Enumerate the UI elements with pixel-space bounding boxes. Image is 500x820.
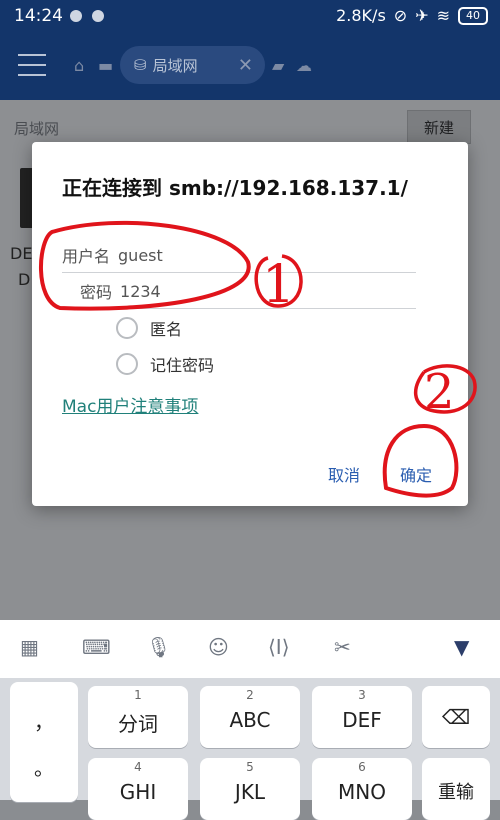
network-speed: 2.8K/s [336,6,386,25]
key-5[interactable]: 5 JKL [200,758,300,820]
cursor-move-icon[interactable]: ⟨I⟩ [268,635,290,659]
signal-off-icon: ⊘ [393,6,408,25]
microphone-icon[interactable]: 🎙 [146,635,171,659]
bg-item-label: D [18,270,31,289]
breadcrumb: 局域网 [14,120,60,138]
key-1[interactable]: 1 分词 [88,686,188,748]
chat-icon[interactable]: ▰ [272,56,284,75]
reset-key[interactable]: 重输 [422,758,490,820]
scissors-icon[interactable]: ✂ [334,635,351,659]
key-label: 重输 [438,782,474,803]
wifi-icon: ≋ [436,6,450,25]
dialog-title: 正在连接到 smb://192.168.137.1/ [62,176,408,200]
lan-icon: ⛁ [134,56,147,74]
connect-dialog: 正在连接到 smb://192.168.137.1/ 用户名 guest 密码 … [32,142,468,506]
password-label: 密码 [80,283,113,302]
mac-users-link[interactable]: Mac用户注意事项 [62,392,198,417]
airplane-icon: ✈ [415,6,429,25]
key-4[interactable]: 4 GHI [88,758,188,820]
collapse-keyboard-icon[interactable]: ▼ [454,635,469,659]
key-label: MNO [338,780,386,804]
notification-dot-icon [70,10,82,22]
tab-label: 局域网 [152,56,198,75]
period-key[interactable]: 。 [10,752,78,781]
anonymous-option[interactable]: 匿名 [116,316,182,340]
key-label: GHI [119,780,157,804]
tab-lan[interactable]: ⛁ 局域网 ✕ [120,46,265,84]
key-number: 6 [358,760,366,774]
cancel-button[interactable]: 取消 [328,462,360,486]
status-right-group: 2.8K/s ⊘ ✈ ≋ 40 [336,6,488,25]
close-icon[interactable]: ✕ [238,55,253,76]
home-icon[interactable]: ⌂ [74,56,84,75]
username-value: guest [118,245,163,265]
key-label: 分词 [118,712,158,736]
key-number: 1 [134,688,142,702]
comma-key[interactable]: ， [10,706,78,735]
key-number: 2 [246,688,254,702]
key-label: DEF [342,708,382,732]
drive-icon[interactable]: ▬ [98,56,113,75]
keyboard-icon[interactable]: ⌨ [82,635,111,659]
key-label: JKL [234,780,266,804]
key-number: 3 [358,688,366,702]
notification-dot-icon [92,10,104,22]
grid-icon[interactable]: ▦ [20,635,39,659]
ok-button[interactable]: 确定 [400,462,432,486]
key-2[interactable]: 2 ABC [200,686,300,748]
remember-password-option[interactable]: 记住密码 [116,352,214,376]
username-label: 用户名 [62,247,111,266]
radio-icon[interactable] [116,353,138,375]
key-number: 5 [246,760,254,774]
remember-label: 记住密码 [150,356,215,375]
key-3[interactable]: 3 DEF [312,686,412,748]
new-button[interactable]: 新建 [407,110,471,144]
username-field[interactable]: 用户名 guest [62,238,416,273]
key-label: ABC [229,708,271,732]
status-bar: 14:24 2.8K/s ⊘ ✈ ≋ 40 [0,0,500,32]
status-time: 14:24 [14,6,63,26]
anonymous-label: 匿名 [150,320,183,339]
password-value: 1234 [120,281,161,301]
backspace-icon: ⌫ [441,705,471,729]
emoji-icon[interactable]: ☺ [208,635,229,659]
key-6[interactable]: 6 MNO [312,758,412,820]
password-field[interactable]: 密码 1234 [62,274,416,309]
menu-icon[interactable] [18,54,48,76]
keyboard-toolbar [0,620,500,679]
key-number: 4 [134,760,142,774]
punctuation-column[interactable]: ， 。 [10,682,78,802]
bg-item-label: DE [10,244,33,263]
cloud-icon[interactable]: ☁ [296,56,312,75]
battery-icon: 40 [458,6,488,25]
radio-icon[interactable] [116,317,138,339]
backspace-key[interactable]: ⌫ [422,686,490,748]
